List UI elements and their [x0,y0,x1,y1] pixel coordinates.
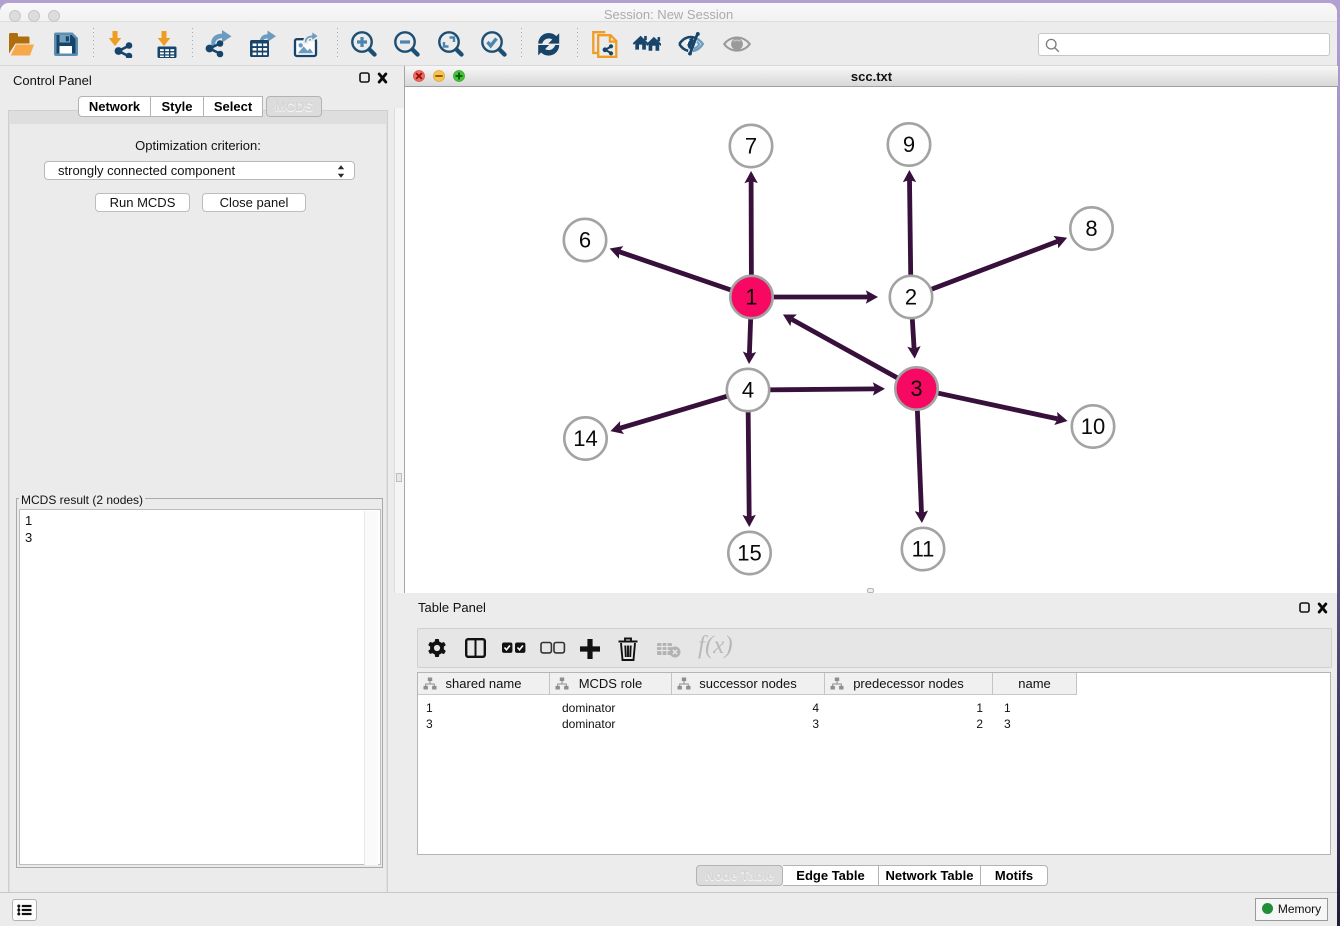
svg-text:11: 11 [912,537,935,562]
svg-text:7: 7 [745,134,757,159]
svg-text:2: 2 [905,285,917,310]
svg-text:4: 4 [742,378,754,403]
svg-text:6: 6 [579,228,591,253]
svg-text:10: 10 [1081,414,1105,439]
svg-text:14: 14 [573,426,597,451]
svg-text:15: 15 [737,541,761,566]
svg-text:1: 1 [745,285,757,310]
svg-text:8: 8 [1085,216,1097,241]
svg-text:3: 3 [910,376,922,401]
svg-text:9: 9 [903,132,915,157]
